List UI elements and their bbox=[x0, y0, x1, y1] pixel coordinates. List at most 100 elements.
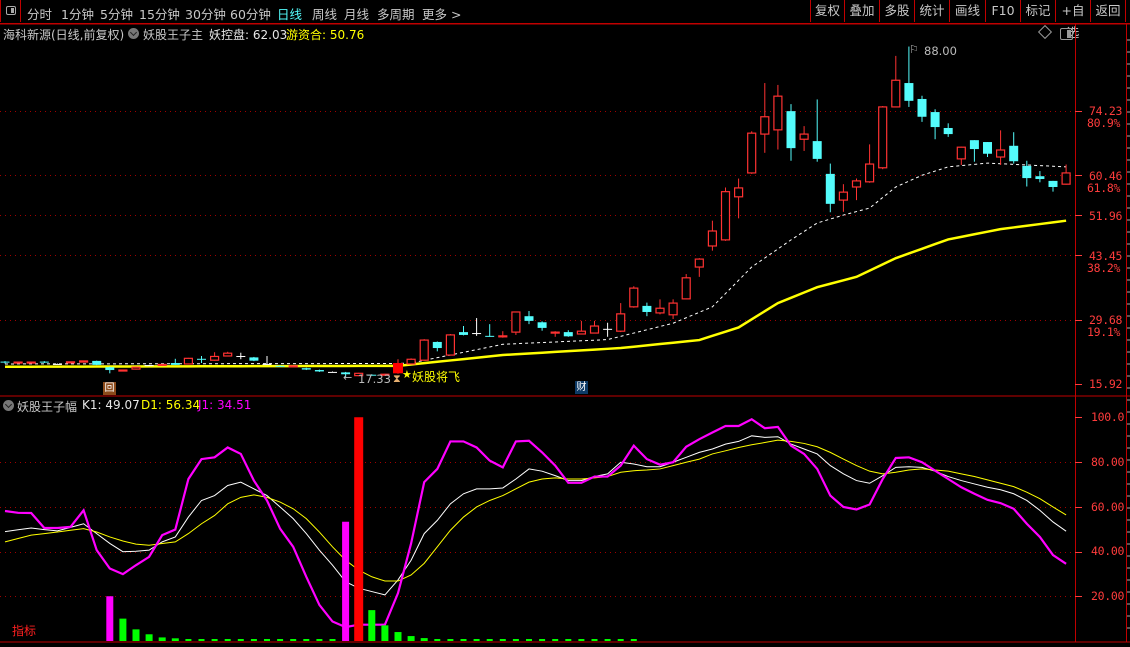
candle bbox=[301, 367, 311, 371]
candle bbox=[733, 178, 744, 219]
candle bbox=[419, 339, 429, 361]
candle bbox=[131, 366, 141, 370]
pct-label: 38.2% bbox=[1087, 261, 1121, 275]
ykp-value: 妖控盘: 62.03 bbox=[209, 28, 288, 42]
candle-body bbox=[707, 230, 718, 247]
candle-body bbox=[799, 133, 809, 140]
candle-body bbox=[1022, 165, 1032, 179]
chevron-down-icon[interactable] bbox=[3, 400, 14, 411]
candle-body bbox=[904, 83, 914, 101]
star-icon: ★ bbox=[402, 368, 412, 381]
candle bbox=[78, 360, 89, 363]
candle bbox=[681, 274, 691, 300]
hourglass-icon: ⧗ bbox=[393, 372, 401, 385]
pct-label: 19.1% bbox=[1087, 325, 1121, 339]
panel-layout-icon[interactable] bbox=[1060, 28, 1073, 40]
indicator-bar-green bbox=[394, 632, 402, 641]
candle bbox=[118, 369, 128, 372]
candle-body bbox=[511, 311, 521, 333]
candle-body bbox=[78, 360, 89, 363]
candle bbox=[891, 55, 901, 108]
sub-indicator-name[interactable]: 妖股王子幅 bbox=[17, 398, 77, 415]
indicator-bar-green bbox=[303, 639, 310, 641]
candle-body bbox=[851, 180, 862, 188]
indicator-bar-green bbox=[407, 636, 415, 641]
candle bbox=[864, 144, 875, 183]
candle bbox=[799, 126, 809, 151]
candle bbox=[432, 341, 442, 352]
candle-body bbox=[878, 106, 888, 169]
candle bbox=[210, 352, 220, 361]
indicator-bar-green bbox=[486, 639, 493, 641]
candle bbox=[812, 99, 822, 162]
candle-body bbox=[733, 187, 744, 198]
indicator-bar-green bbox=[381, 625, 389, 641]
candle bbox=[288, 365, 298, 368]
sub-axis-label: 80.00 bbox=[1091, 455, 1125, 469]
candle bbox=[616, 303, 626, 333]
candle-body bbox=[445, 334, 455, 356]
candle bbox=[524, 311, 534, 325]
candle-body bbox=[92, 360, 102, 365]
chart-canvas[interactable] bbox=[0, 0, 1130, 647]
chevron-down-icon[interactable] bbox=[128, 28, 139, 39]
candle-body bbox=[563, 332, 573, 337]
indicator-footer-label[interactable]: 指标 bbox=[12, 622, 36, 639]
candle-body bbox=[210, 355, 220, 361]
indicator-bar-green bbox=[460, 639, 467, 641]
candle bbox=[747, 131, 757, 174]
candle-body bbox=[1048, 180, 1058, 187]
indicator-bar-green bbox=[119, 618, 127, 641]
main-indicator-name[interactable]: 妖股王子主 bbox=[143, 26, 203, 43]
indicator-bar-green bbox=[329, 639, 336, 641]
stock-title: 海科新源(日线,前复权) bbox=[3, 28, 125, 42]
candle-body bbox=[157, 363, 167, 367]
candle-body bbox=[616, 313, 626, 332]
indicator-bar-green bbox=[132, 629, 140, 641]
candle-body bbox=[328, 371, 337, 373]
candle-body bbox=[589, 325, 600, 334]
candle-body bbox=[13, 361, 23, 364]
candle bbox=[406, 358, 416, 365]
candle-body bbox=[419, 339, 429, 361]
candle-body bbox=[131, 366, 141, 370]
high-price-annotation: 88.00 bbox=[924, 44, 957, 58]
indicator-bar-green bbox=[617, 639, 624, 641]
candle-body bbox=[0, 361, 10, 363]
candle bbox=[1061, 164, 1071, 185]
candle-body bbox=[1009, 145, 1019, 162]
indicator-bar-magenta bbox=[106, 596, 114, 641]
event-hui-icon[interactable]: 回 bbox=[103, 382, 116, 395]
candle bbox=[878, 105, 888, 170]
candle-body bbox=[459, 332, 468, 335]
sub-axis-label: 100.0 bbox=[1091, 410, 1125, 424]
indicator-bar-green bbox=[604, 639, 611, 641]
candle-body bbox=[262, 363, 272, 365]
candle bbox=[917, 95, 927, 122]
candle-body bbox=[812, 141, 822, 159]
candle-body bbox=[118, 369, 128, 372]
candle-body bbox=[786, 111, 796, 149]
candle-body bbox=[956, 146, 966, 160]
pct-label: 80.9% bbox=[1087, 116, 1121, 130]
candle bbox=[760, 83, 770, 153]
candle bbox=[838, 184, 849, 212]
indicator-bar-red bbox=[354, 417, 364, 641]
candle-body bbox=[498, 335, 508, 338]
candle-body bbox=[720, 191, 731, 241]
k1-value: K1: 49.07 bbox=[82, 398, 140, 412]
candle-body bbox=[197, 358, 206, 360]
candle-body bbox=[472, 333, 482, 335]
ma-fast-line bbox=[4, 162, 1067, 365]
candle-body bbox=[825, 173, 835, 204]
indicator-bar-green bbox=[277, 639, 284, 641]
candle bbox=[157, 363, 167, 367]
indicator-bar-green bbox=[237, 639, 244, 641]
candle-body bbox=[983, 142, 992, 154]
indicator-bar-green bbox=[145, 634, 153, 641]
indicator-bar-magenta bbox=[342, 521, 350, 641]
indicator-bar-green bbox=[552, 639, 559, 641]
indicator-bar-green bbox=[473, 639, 480, 641]
candle bbox=[603, 322, 613, 337]
event-cai-icon[interactable]: 财 bbox=[575, 381, 588, 394]
